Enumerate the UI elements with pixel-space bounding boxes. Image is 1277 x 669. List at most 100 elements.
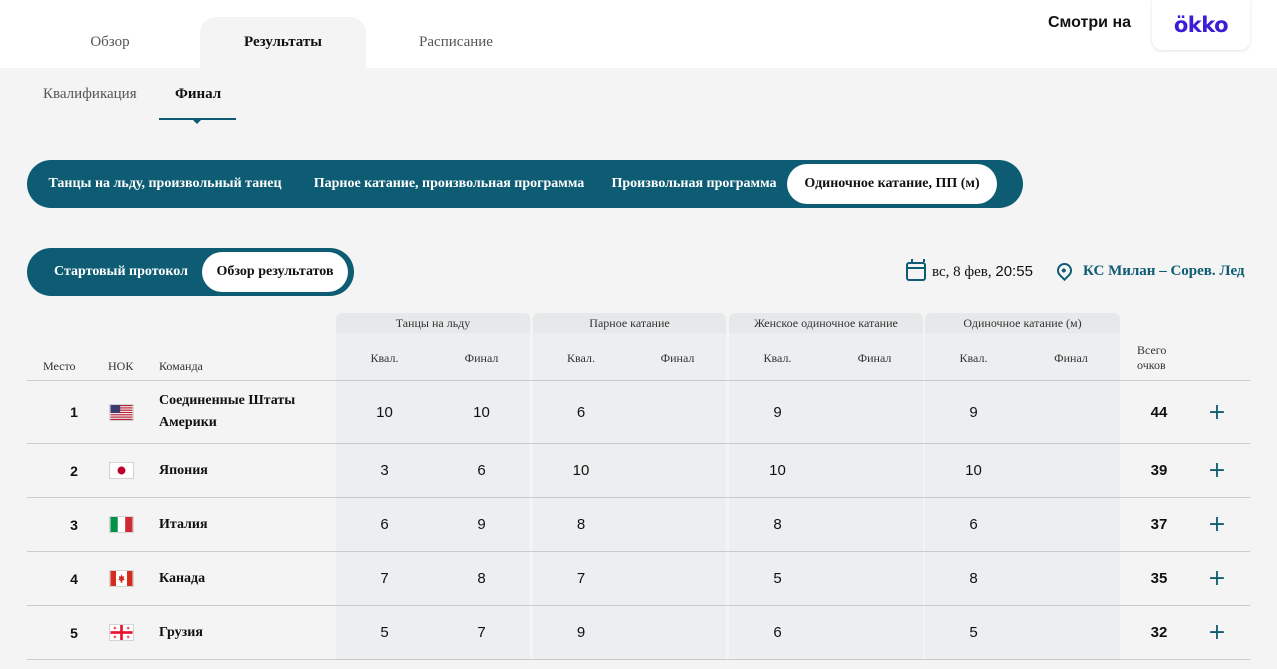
row-place: 3	[70, 516, 78, 533]
row-place: 5	[70, 624, 78, 641]
group-header-women-singles: Женское одиночное катание	[729, 313, 923, 333]
row-ice-dance-final: 7	[477, 624, 486, 641]
row-women-qual: 5	[773, 570, 782, 587]
header-men-final: Финал	[1054, 351, 1088, 365]
row-women-final	[826, 498, 923, 551]
row-ice-dance-qual: 3	[380, 462, 389, 479]
event-pairs-free[interactable]: Парное катание, произвольная программа	[311, 164, 587, 204]
row-place: 4	[70, 570, 78, 587]
header-ice-dance-qual: Квал.	[370, 351, 399, 365]
header-ice-dance-final: Финал	[464, 351, 499, 365]
group-header-pairs: Парное катание	[533, 313, 726, 333]
row-men-final	[1022, 381, 1120, 443]
header-women-qual: Квал.	[763, 351, 792, 365]
flag-canada	[109, 552, 135, 605]
row-women-qual: 9	[773, 403, 782, 421]
session-venue[interactable]: КС Милан – Сорев. Лед	[1083, 263, 1245, 280]
session-date: вс, 8 фев, 20:55	[932, 263, 1033, 280]
row-team: Италия	[159, 516, 208, 532]
header-pairs-final: Финал	[660, 351, 695, 365]
row-ice-dance-qual: 7	[380, 570, 389, 587]
row-men-final	[1022, 606, 1120, 659]
row-ice-dance-final: 8	[477, 570, 486, 587]
row-ice-dance-final: 10	[473, 403, 490, 421]
event-men-singles-free[interactable]: Одиночное катание, ПП (м)	[787, 164, 997, 204]
table-row: 3 Италия 6 9 8 8 6 37 +	[27, 498, 1250, 552]
tab-results[interactable]: Результаты	[200, 17, 366, 68]
table-row: 5 Грузия 5 7 9 6 5 32 +	[27, 606, 1250, 660]
row-men-qual: 10	[965, 462, 982, 479]
row-total: 44	[1150, 403, 1168, 421]
row-pairs-final	[629, 498, 726, 551]
row-total: 39	[1150, 462, 1168, 479]
header-men-qual: Квал.	[959, 351, 988, 365]
row-pairs-qual: 7	[576, 570, 586, 587]
table-row: 4 Канада 7 8 7 5 8 35 +	[27, 552, 1250, 606]
expand-plus-icon[interactable]: +	[1202, 444, 1232, 497]
row-ice-dance-qual: 5	[380, 624, 389, 641]
row-women-qual: 8	[773, 516, 782, 533]
row-pairs-qual: 10	[572, 462, 590, 479]
event-free-program[interactable]: Произвольная программа	[609, 164, 779, 204]
table-row: 2 Япония 3 6 10 10 10 39 +	[27, 444, 1250, 498]
expand-plus-icon[interactable]: +	[1202, 381, 1232, 443]
header-noc: НОК	[108, 359, 134, 373]
row-total: 32	[1150, 624, 1168, 641]
row-team: Канада	[159, 570, 206, 586]
subtab-final[interactable]: Финал	[175, 86, 221, 103]
flag-usa	[109, 381, 135, 443]
expand-plus-icon[interactable]: +	[1202, 552, 1232, 605]
view-start-list[interactable]: Стартовый протокол	[41, 252, 201, 292]
row-place: 1	[70, 404, 78, 420]
group-header-ice-dance: Танцы на льду	[336, 313, 530, 333]
row-pairs-final	[629, 606, 726, 659]
view-selector: Стартовый протокол Обзор результатов	[27, 248, 354, 296]
header-women-final: Финал	[857, 351, 892, 365]
row-pairs-qual: 8	[576, 516, 586, 533]
table-row: 1 Соединенные Штаты Америки 10 10 6 9 9 4…	[27, 381, 1250, 444]
header-place: Место	[43, 359, 76, 373]
row-pairs-qual: 6	[576, 403, 586, 421]
row-total: 37	[1150, 516, 1168, 533]
header-pairs-qual: Квал.	[567, 351, 595, 365]
row-pairs-final	[629, 444, 726, 497]
view-results-overview[interactable]: Обзор результатов	[202, 252, 348, 292]
flag-italy	[109, 498, 135, 551]
flag-georgia	[109, 606, 135, 659]
tab-schedule[interactable]: Расписание	[371, 17, 541, 68]
tab-overview[interactable]: Обзор	[25, 17, 195, 68]
row-pairs-final	[629, 552, 726, 605]
row-men-qual: 8	[969, 570, 978, 587]
row-team: Грузия	[159, 624, 203, 640]
expand-plus-icon[interactable]: +	[1202, 498, 1232, 551]
row-women-qual: 6	[773, 624, 782, 641]
calendar-icon	[906, 259, 926, 281]
row-women-final	[826, 606, 923, 659]
row-pairs-final	[629, 381, 726, 443]
row-total: 35	[1150, 570, 1168, 587]
event-ice-dance-free[interactable]: Танцы на льду, произвольный танец	[41, 164, 289, 204]
caret-down-icon	[192, 119, 202, 124]
subtab-qualification[interactable]: Квалификация	[43, 86, 137, 103]
row-men-final	[1022, 444, 1120, 497]
row-women-final	[826, 381, 923, 443]
location-pin-icon	[1053, 259, 1076, 282]
watch-on-label: Смотри на	[1048, 14, 1132, 31]
row-men-qual: 9	[969, 403, 978, 421]
row-ice-dance-qual: 10	[376, 403, 393, 421]
row-women-final	[826, 552, 923, 605]
row-men-qual: 5	[969, 624, 978, 641]
row-men-qual: 6	[969, 516, 978, 533]
row-women-qual: 10	[769, 462, 786, 479]
row-place: 2	[70, 462, 78, 479]
row-ice-dance-final: 9	[477, 516, 486, 533]
row-team: Соединенные Штаты Америки	[159, 393, 296, 430]
group-header-men-singles: Одиночное катание (м)	[925, 313, 1120, 333]
row-men-final	[1022, 552, 1120, 605]
header-team: Команда	[159, 359, 203, 373]
okko-logo[interactable]: ökko	[1152, 0, 1250, 50]
header-total: Всего очков	[1137, 343, 1167, 372]
event-selector: Танцы на льду, произвольный танец Парное…	[27, 160, 1023, 208]
row-women-final	[826, 444, 923, 497]
expand-plus-icon[interactable]: +	[1202, 606, 1232, 659]
